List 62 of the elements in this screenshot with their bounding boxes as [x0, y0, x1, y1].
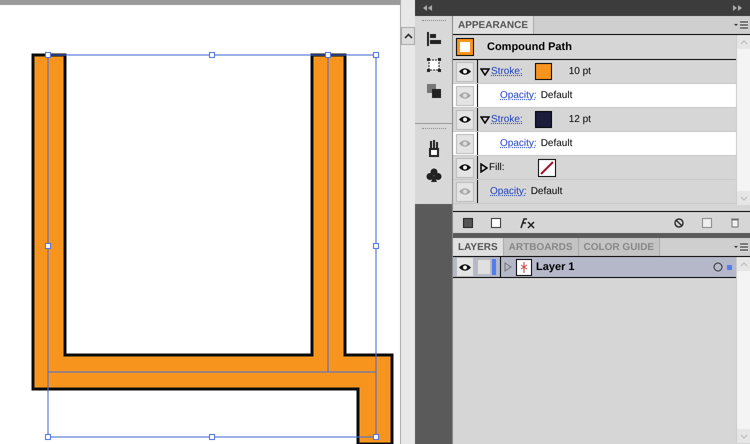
appearance-row[interactable]: Stroke: 12 pt	[453, 108, 736, 132]
object-title: Compound Path	[487, 40, 572, 55]
stroke-weight: 10 pt	[568, 65, 591, 79]
panel-tab[interactable]: LAYERS	[453, 238, 504, 256]
expand-arrows-icon[interactable]	[733, 5, 742, 11]
eye-icon	[458, 163, 472, 172]
appearance-row[interactable]: Stroke: 10 pt	[453, 60, 736, 84]
eye-icon	[458, 67, 472, 76]
eye-icon	[458, 91, 472, 100]
visibility-toggle[interactable]	[456, 110, 474, 130]
align-icon[interactable]	[426, 31, 442, 47]
collapse-triangle-icon[interactable]	[480, 116, 490, 124]
appearance-row[interactable]: Opacity: Default	[453, 132, 736, 156]
transform-icon[interactable]	[426, 57, 442, 73]
visibility-toggle[interactable]	[456, 257, 474, 277]
collapse-arrows-icon[interactable]	[423, 5, 432, 11]
stroke-color-swatch[interactable]	[534, 111, 552, 128]
object-thumbnail	[456, 38, 474, 56]
effects-fx-icon[interactable]	[519, 216, 537, 228]
visibility-toggle[interactable]	[456, 86, 474, 106]
lock-toggle[interactable]	[477, 259, 491, 275]
no-fill-swatch[interactable]	[538, 158, 556, 176]
eye-icon	[458, 262, 472, 272]
panel-menu-icon[interactable]	[734, 243, 748, 252]
selection-indicator	[727, 264, 732, 270]
opacity-value: Default	[530, 185, 562, 199]
trash-icon[interactable]	[730, 217, 740, 228]
eye-icon	[458, 115, 472, 124]
club-symbol-icon[interactable]	[426, 167, 442, 183]
clear-appearance-icon[interactable]	[674, 218, 684, 228]
collapse-triangle-icon[interactable]	[480, 68, 490, 76]
expand-triangle-icon[interactable]	[480, 162, 488, 172]
stroke-link[interactable]: Stroke:	[491, 64, 523, 79]
opacity-value: Default	[540, 89, 572, 103]
stroke-link[interactable]: Stroke:	[491, 112, 523, 127]
fill-label: Fill:	[489, 161, 505, 175]
panel-menu-icon[interactable]	[734, 21, 748, 30]
target-circle-icon[interactable]	[713, 262, 723, 272]
visibility-toggle[interactable]	[456, 182, 474, 202]
appearance-row[interactable]: Opacity: Default	[453, 84, 736, 108]
visibility-toggle[interactable]	[456, 158, 474, 178]
add-fill-icon[interactable]	[491, 218, 501, 228]
pathfinder-icon[interactable]	[426, 83, 442, 99]
layer-color-bar	[492, 259, 496, 275]
opacity-link[interactable]: Opacity:	[500, 136, 537, 151]
opacity-value: Default	[540, 137, 572, 151]
stroke-color-swatch[interactable]	[534, 63, 552, 80]
eye-icon	[458, 139, 472, 148]
eye-icon	[458, 187, 472, 196]
visibility-toggle[interactable]	[456, 62, 474, 82]
scroll-up-button[interactable]	[401, 27, 415, 45]
opacity-link[interactable]: Opacity:	[500, 88, 537, 103]
add-stroke-icon[interactable]	[463, 218, 473, 228]
opacity-link[interactable]: Opacity:	[490, 184, 527, 199]
appearance-tab[interactable]: APPEARANCE	[453, 16, 534, 34]
stroke-weight: 12 pt	[568, 113, 591, 127]
layer-name: Layer 1	[536, 260, 575, 275]
appearance-row[interactable]: Opacity: Default	[453, 180, 736, 204]
visibility-toggle[interactable]	[456, 134, 474, 154]
chevron-up-icon	[404, 33, 412, 39]
appearance-row[interactable]: Fill:	[453, 156, 736, 180]
duplicate-item-icon[interactable]	[702, 218, 712, 228]
